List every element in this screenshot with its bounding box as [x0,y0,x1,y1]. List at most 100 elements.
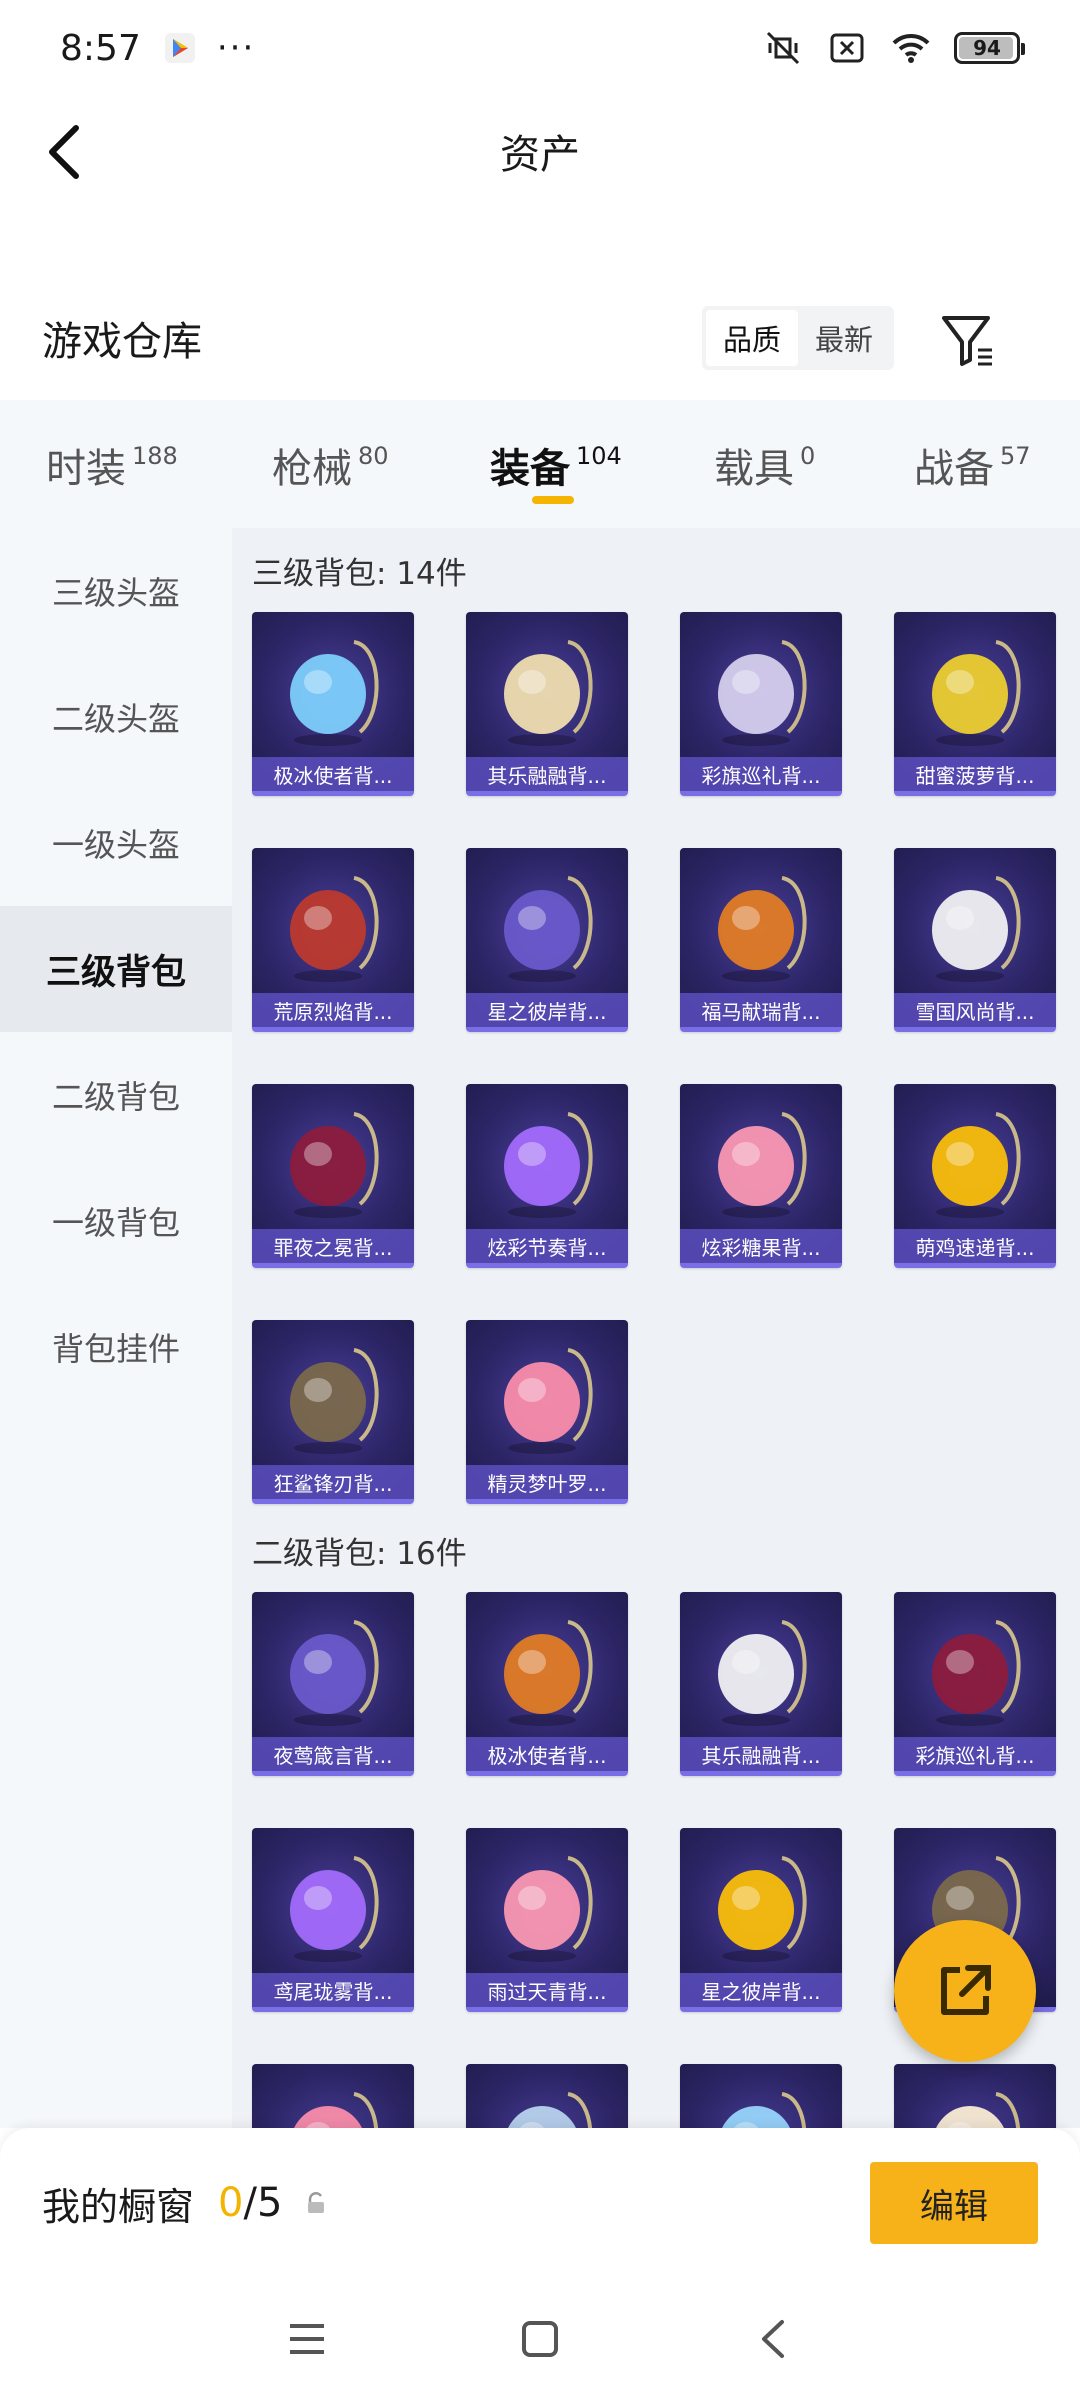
sort-newest[interactable]: 最新 [798,310,890,366]
battery-level: 94 [973,36,1001,60]
item-card[interactable] [466,2064,628,2128]
share-button[interactable] [894,1920,1036,2062]
filter-button[interactable] [938,310,998,370]
item-card[interactable]: 炫彩节奏背... [466,1084,628,1268]
menu-icon[interactable] [282,2314,332,2364]
item-card[interactable] [680,2064,842,2128]
item-card[interactable]: 彩旗巡礼背... [680,612,842,796]
item-card[interactable]: 雪国风尚背... [894,848,1056,1032]
battery-icon: 94 [954,32,1025,64]
sidebar-item-lv3-backpack[interactable]: 三级背包 [0,906,232,1032]
tab-fashion[interactable]: 时装 188 [46,436,178,494]
backpack-icon [936,2092,1020,2128]
sidebar-item-lv2-helmet[interactable]: 二级头盔 [0,654,232,780]
item-card[interactable] [894,2064,1056,2128]
item-card[interactable]: 彩旗巡礼背... [894,1592,1056,1776]
tab-count: 0 [800,442,816,470]
tab-count: 104 [576,442,622,470]
status-bar: 8:57 ··· 94 [0,0,1080,96]
sidebar-item-lv3-helmet[interactable]: 三级头盔 [0,528,232,654]
sidebar-item-lv1-backpack[interactable]: 一级背包 [0,1158,232,1284]
home-icon[interactable] [515,2314,565,2364]
item-card-label: 福马献瑞背... [680,993,842,1027]
item-grid: 三级背包: 14件 二级背包: 16件 极冰使者背... 其乐融融背... 彩旗巡礼… [232,528,1080,2128]
sort-toggle: 品质 最新 [702,306,894,370]
back-nav-icon[interactable] [750,2314,800,2364]
cupcake-backpack-icon [504,640,593,746]
item-card-label: 炫彩糖果背... [680,1229,842,1263]
item-card[interactable]: 荒原烈焰背... [252,848,414,1032]
iris-backpack-icon [290,1856,379,1962]
tab-count: 80 [358,442,389,470]
cupcake-backpack-icon [718,1620,807,1726]
sidebar: 三级头盔 二级头盔 一级头盔 三级背包 二级背包 一级背包 背包挂件 [0,528,232,2128]
item-card-label: 荒原烈焰背... [252,993,414,1027]
tab-count: 57 [1000,442,1031,470]
item-card[interactable]: 极冰使者背... [252,612,414,796]
flame-backpack-icon [290,876,379,982]
item-card[interactable]: 福马献瑞背... [680,848,842,1032]
item-card[interactable] [252,2064,414,2128]
play-store-icon [164,33,195,63]
item-card[interactable]: 雨过天青背... [466,1828,628,2012]
showcase-bar: 我的橱窗 0/5 编辑 [0,2128,1080,2278]
share-external-icon [941,1965,991,2015]
sidebar-item-lv1-helmet[interactable]: 一级头盔 [0,780,232,906]
tab-equipment[interactable]: 装备 104 [490,436,622,494]
filter-icon [942,316,992,366]
item-card[interactable]: 罪夜之冕背... [252,1084,414,1268]
item-card[interactable]: 狂鲨锋刃背... [252,1320,414,1504]
tab-label: 载具 [714,446,794,492]
backpack-icon [508,2092,592,2128]
snowman-backpack-icon [932,876,1021,982]
item-card[interactable]: 星之彼岸背... [466,848,628,1032]
showcase-total: /5 [243,2180,283,2226]
tab-supplies[interactable]: 战备 57 [914,436,1031,494]
showcase-current: 0 [218,2180,244,2226]
item-card[interactable]: 炫彩糖果背... [680,1084,842,1268]
tab-firearms[interactable]: 枪械 80 [272,436,389,494]
more-notifications-icon: ··· [216,28,256,68]
showcase-label: 我的橱窗 [42,2184,195,2229]
item-card[interactable]: 甜蜜菠萝背... [894,612,1056,796]
item-card[interactable]: 精灵梦叶罗... [466,1320,628,1504]
item-card[interactable]: 夜莺箴言背... [252,1592,414,1776]
nightingale-backpack-icon [290,1620,379,1726]
section-header: 游戏仓库 品质 最新 [0,290,1080,386]
item-card-label: 星之彼岸背... [466,993,628,1027]
tab-count: 188 [132,442,178,470]
celadon-backpack-icon [504,1856,593,1962]
ribbon-backpack-icon [718,640,807,746]
item-card-label: 炫彩节奏背... [466,1229,628,1263]
horse-backpack-icon [718,876,807,982]
item-card[interactable]: 鸢尾珑雾背... [252,1828,414,2012]
page-title: 资产 [500,132,580,178]
item-card[interactable]: 萌鸡速递背... [894,1084,1056,1268]
item-card[interactable]: 星之彼岸背... [680,1828,842,2012]
sidebar-item-backpack-charm[interactable]: 背包挂件 [0,1284,232,1410]
edit-button[interactable]: 编辑 [870,2162,1038,2244]
item-card-label: 彩旗巡礼背... [894,1737,1056,1771]
candy-backpack-icon [718,1112,807,1218]
astronaut-backpack-icon [718,1856,807,1962]
sort-quality[interactable]: 品质 [706,310,798,366]
pineapple-backpack-icon [294,2092,378,2128]
sidebar-item-lv2-backpack[interactable]: 二级背包 [0,1032,232,1158]
lock-icon [308,2192,325,2213]
crown-backpack-icon [290,1112,379,1218]
wifi-icon [892,33,930,63]
tab-label: 时装 [46,446,126,492]
item-card-label: 彩旗巡礼背... [680,757,842,791]
item-card-label: 极冰使者背... [252,757,414,791]
item-card-label: 星之彼岸背... [680,1973,842,2007]
tab-vehicles[interactable]: 载具 0 [714,436,815,494]
item-card[interactable]: 其乐融融背... [680,1592,842,1776]
section-title: 游戏仓库 [42,319,202,365]
item-card[interactable]: 极冰使者背... [466,1592,628,1776]
item-card-label: 甜蜜菠萝背... [894,757,1056,791]
item-card-label: 夜莺箴言背... [252,1737,414,1771]
item-card[interactable]: 其乐融融背... [466,612,628,796]
back-button[interactable] [36,122,96,182]
status-time: 8:57 [60,27,141,69]
item-card-label: 雪国风尚背... [894,993,1056,1027]
